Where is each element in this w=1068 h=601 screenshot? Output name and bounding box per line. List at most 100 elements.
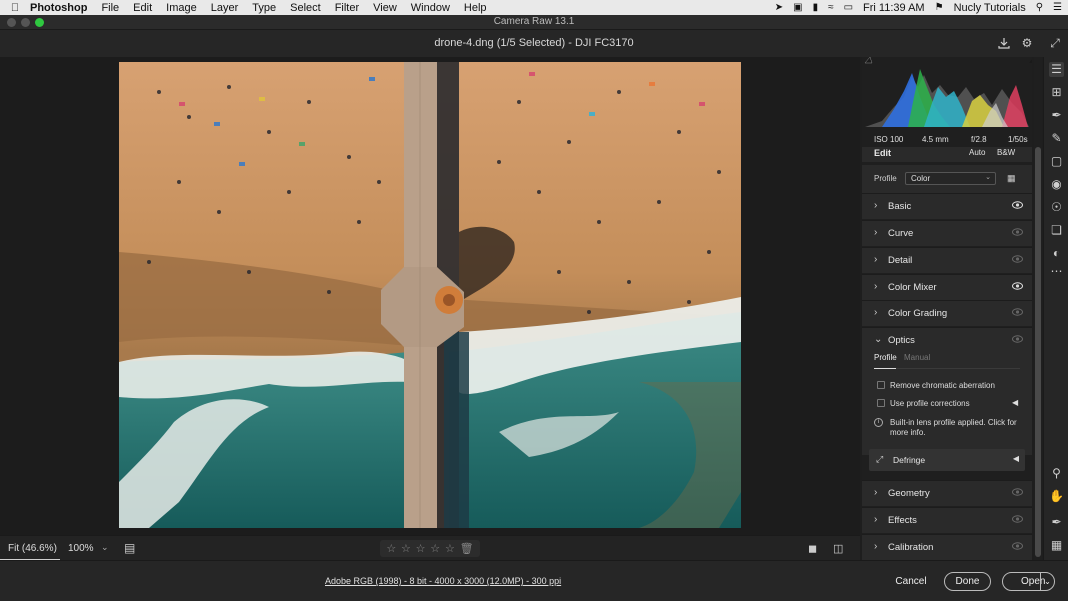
eye-icon[interactable]	[1012, 255, 1023, 263]
tab-profile[interactable]: Profile	[874, 353, 897, 362]
section-detail[interactable]: › Detail	[862, 247, 1032, 273]
eye-icon[interactable]	[1012, 228, 1023, 236]
remove-ca-label[interactable]: Remove chromatic aberration	[890, 381, 995, 390]
red-eye-icon[interactable]: ☉	[1049, 200, 1064, 215]
photo-preview[interactable]	[119, 62, 741, 528]
chevron-right-icon: ›	[874, 281, 878, 292]
menu-help[interactable]: Help	[464, 2, 487, 14]
window-titlebar: Camera Raw 13.1	[0, 15, 1068, 30]
graduated-filter-icon[interactable]: ▢	[1049, 154, 1064, 169]
menu-edit[interactable]: Edit	[133, 2, 152, 14]
zoom-dropdown-icon[interactable]: ⌄	[101, 542, 109, 553]
window-title: Camera Raw 13.1	[493, 16, 575, 27]
eye-icon[interactable]	[1012, 488, 1023, 496]
triangle-left-icon[interactable]: ◀	[1012, 398, 1018, 407]
zoom-100-button[interactable]: 100%	[68, 543, 94, 554]
color-sampler-icon[interactable]: ✒	[1049, 515, 1064, 530]
filmstrip-icon[interactable]: ▤	[124, 541, 138, 555]
star-icon[interactable]: ☆	[430, 542, 440, 555]
profile-corrections-checkbox[interactable]	[877, 399, 885, 407]
open-dropdown-icon[interactable]: ⌄	[1040, 573, 1054, 590]
tab-manual[interactable]: Manual	[904, 353, 930, 362]
presets-icon[interactable]: ◐	[1049, 246, 1064, 261]
section-geometry[interactable]: › Geometry	[862, 480, 1032, 506]
panel-scrollbar[interactable]	[1034, 57, 1042, 560]
clock-text[interactable]: Fri 11:39 AM	[863, 2, 925, 14]
aerial-beach-photo	[119, 62, 741, 528]
radial-filter-icon[interactable]: ◉	[1049, 177, 1064, 192]
chevron-right-icon: ›	[874, 514, 878, 525]
defringe-section[interactable]: ⤢ Defringe ◀	[869, 449, 1025, 471]
save-icon[interactable]	[997, 36, 1011, 50]
apple-icon[interactable]: 	[0, 2, 30, 14]
fullscreen-icon[interactable]: ⤢	[1048, 36, 1062, 50]
star-rating[interactable]: ☆ ☆ ☆ ☆ ☆ 🗑	[380, 540, 480, 557]
bw-button[interactable]: B&W	[997, 148, 1015, 157]
brush-icon[interactable]: ✎	[1049, 131, 1064, 146]
eye-icon[interactable]	[1012, 515, 1023, 523]
scrollbar-thumb[interactable]	[1035, 147, 1041, 557]
snapshots-icon[interactable]: ❏	[1049, 223, 1064, 238]
star-icon[interactable]: ☆	[386, 542, 396, 555]
eye-icon[interactable]	[1012, 282, 1023, 290]
trash-icon[interactable]: 🗑	[460, 542, 474, 555]
section-color-grading[interactable]: › Color Grading	[862, 300, 1032, 326]
flag-icon[interactable]: ⚑	[935, 2, 944, 13]
grid-overlay-icon[interactable]: ▦	[1049, 538, 1064, 553]
section-calibration[interactable]: › Calibration	[862, 534, 1032, 560]
before-after-icon[interactable]: ◫	[833, 542, 846, 555]
menu-type[interactable]: Type	[252, 2, 276, 14]
star-icon[interactable]: ☆	[445, 542, 455, 555]
wifi-icon[interactable]: ≈	[828, 2, 834, 13]
menu-filter[interactable]: Filter	[335, 2, 359, 14]
user-name[interactable]: Nucly Tutorials	[954, 2, 1026, 14]
star-icon[interactable]: ☆	[401, 542, 411, 555]
profile-corrections-label[interactable]: Use profile corrections	[890, 399, 970, 408]
section-curve[interactable]: › Curve	[862, 220, 1032, 246]
profile-select[interactable]: Color ⌄	[905, 172, 996, 185]
section-optics[interactable]: ⌄ Optics	[862, 327, 1032, 353]
hand-tool-icon[interactable]: ✋	[1049, 489, 1064, 504]
crop-icon[interactable]: ⊞	[1049, 85, 1064, 100]
display-icon[interactable]: ▭	[844, 2, 853, 13]
cancel-button[interactable]: Cancel	[890, 572, 932, 591]
menu-image[interactable]: Image	[166, 2, 197, 14]
shadow-clip-icon	[864, 56, 873, 64]
menu-view[interactable]: View	[373, 2, 397, 14]
edit-sliders-icon[interactable]: ☰	[1049, 62, 1064, 77]
star-icon[interactable]: ☆	[416, 542, 426, 555]
auto-button[interactable]: Auto	[969, 148, 985, 157]
menu-app[interactable]: Photoshop	[30, 2, 87, 14]
eye-icon[interactable]	[1012, 335, 1023, 343]
workflow-options-link[interactable]: Adobe RGB (1998) - 8 bit - 4000 x 3000 (…	[325, 576, 561, 586]
control-center-icon[interactable]: ☰	[1053, 2, 1062, 13]
done-button[interactable]: Done	[944, 572, 991, 591]
zoom-tool-icon[interactable]: ⚲	[1049, 466, 1064, 481]
menu-layer[interactable]: Layer	[211, 2, 239, 14]
menu-file[interactable]: File	[101, 2, 119, 14]
section-basic[interactable]: › Basic	[862, 193, 1032, 219]
eye-icon[interactable]	[1012, 201, 1023, 209]
location-icon[interactable]: ➤	[775, 2, 783, 13]
healing-icon[interactable]: ✒	[1049, 108, 1064, 123]
zoom-fit-button[interactable]: Fit (46.6%)	[0, 536, 60, 561]
spotlight-icon[interactable]: ⚲	[1036, 2, 1043, 13]
menu-select[interactable]: Select	[290, 2, 321, 14]
section-effects-label: Effects	[888, 515, 917, 526]
section-effects[interactable]: › Effects	[862, 507, 1032, 533]
profile-browser-icon[interactable]: ▦	[1007, 173, 1018, 184]
eye-icon[interactable]	[1012, 542, 1023, 550]
single-view-icon[interactable]: ◼	[808, 542, 821, 555]
settings-gear-icon[interactable]: ⚙	[1020, 36, 1034, 50]
battery-icon[interactable]: ▮	[813, 2, 819, 13]
camera-icon[interactable]: ▣	[793, 2, 802, 13]
remove-ca-checkbox[interactable]	[877, 381, 885, 389]
image-canvas[interactable]	[0, 57, 860, 535]
menu-window[interactable]: Window	[411, 2, 450, 14]
lens-profile-note[interactable]: Built-in lens profile applied. Click for…	[890, 418, 1020, 438]
tool-strip: ☰ ⊞ ✒ ✎ ▢ ◉ ☉ ❏ ◐ ⋯ ⚲ ✋ ✒ ▦	[1043, 57, 1068, 560]
eye-icon[interactable]	[1012, 308, 1023, 316]
more-icon[interactable]: ⋯	[1049, 264, 1064, 279]
open-button[interactable]: Open ⌄	[1002, 572, 1055, 591]
section-color-mixer[interactable]: › Color Mixer	[862, 274, 1032, 300]
